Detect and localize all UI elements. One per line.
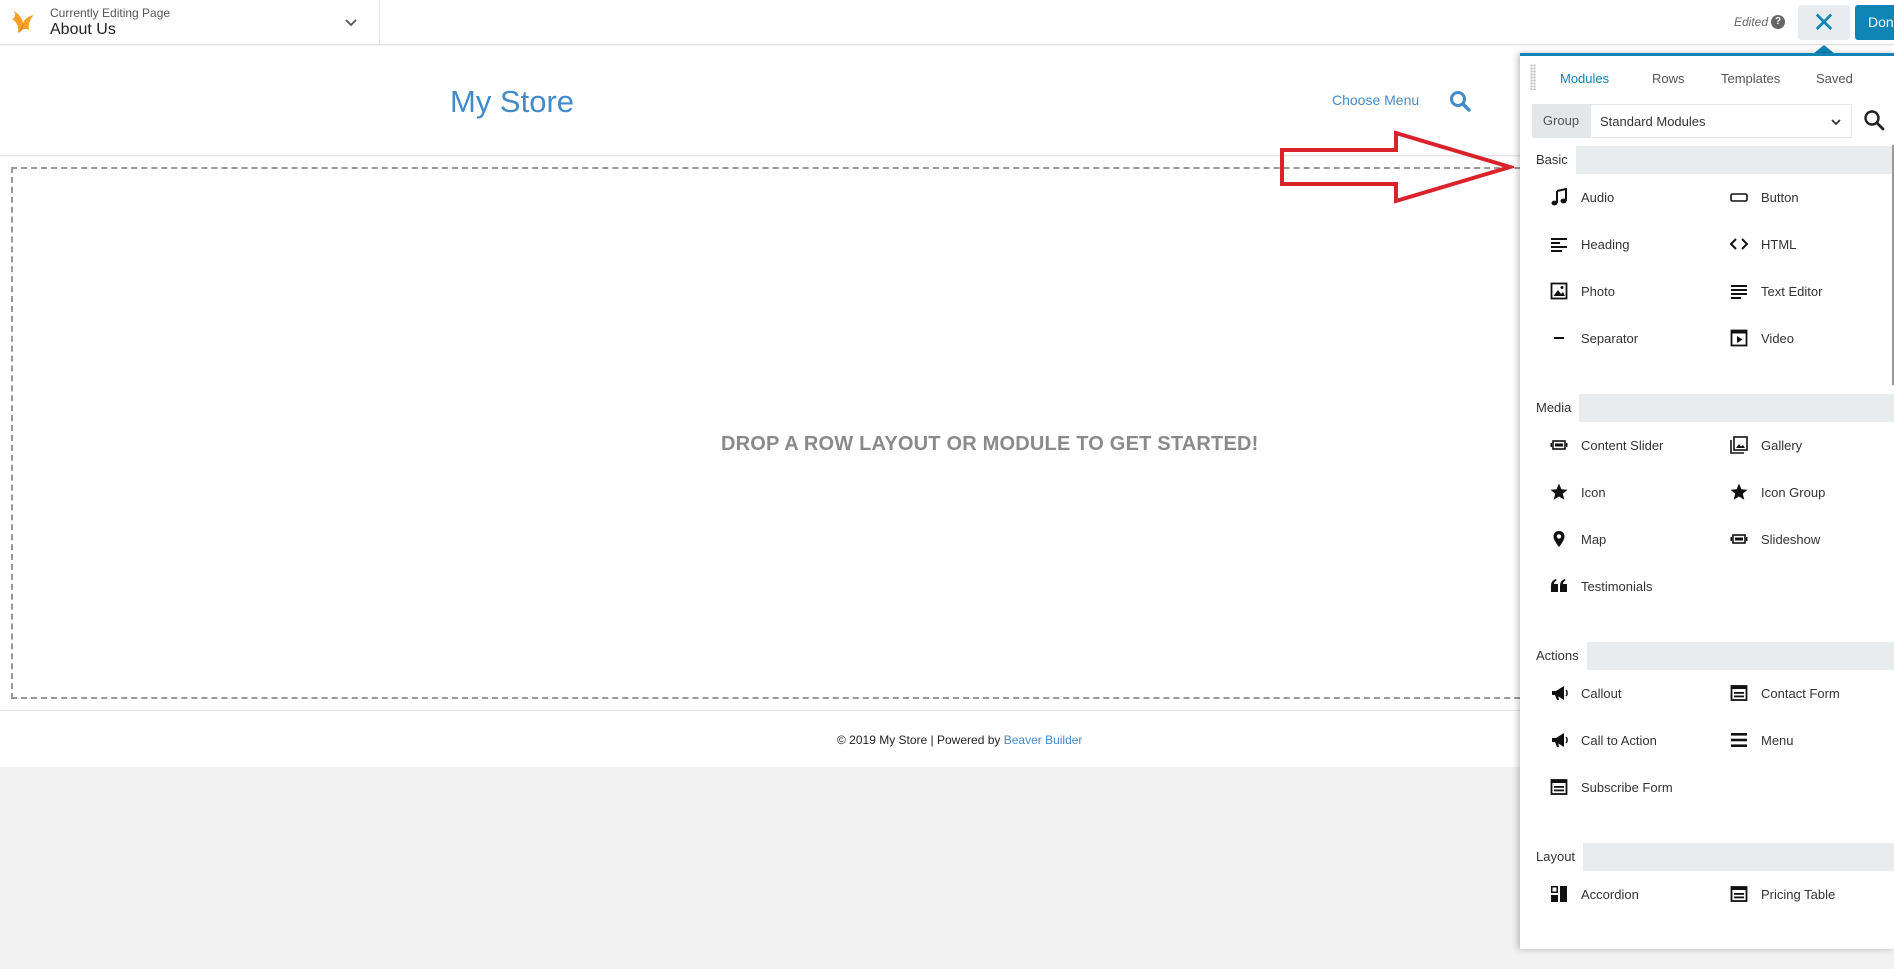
module-list: Basic Audio Button Heading HTML Photo Text Edi… xyxy=(1520,146,1894,949)
module-label: Callout xyxy=(1581,686,1622,701)
chevron-down-icon[interactable] xyxy=(343,14,359,30)
annotation-arrow-icon xyxy=(1280,130,1514,204)
choose-menu-link[interactable]: Choose Menu xyxy=(1332,92,1419,108)
section-header[interactable]: Layout xyxy=(1520,843,1894,871)
group-label: Group xyxy=(1532,104,1590,138)
site-title[interactable]: My Store xyxy=(450,84,574,120)
module-label: Menu xyxy=(1761,733,1794,748)
star-icon xyxy=(1550,483,1568,500)
section-title: Layout xyxy=(1520,843,1584,871)
footer-text: © 2019 My Store | Powered by Beaver Buil… xyxy=(837,733,1082,747)
footer-link[interactable]: Beaver Builder xyxy=(1004,733,1083,747)
panel-tabs: Modules Rows Templates Saved xyxy=(1520,56,1894,100)
code-icon xyxy=(1730,238,1748,250)
tab-templates[interactable]: Templates xyxy=(1721,71,1780,86)
module-label: Icon xyxy=(1581,485,1606,500)
module-label: Photo xyxy=(1581,284,1615,299)
tab-modules[interactable]: Modules xyxy=(1560,71,1609,86)
editing-label: Currently Editing Page xyxy=(50,6,171,20)
module-label: Heading xyxy=(1581,237,1630,252)
group-select[interactable]: Standard Modules xyxy=(1590,104,1852,138)
form-icon xyxy=(1730,685,1748,701)
editing-page-switcher[interactable]: Currently Editing Page About Us xyxy=(50,6,170,40)
close-icon: ✕ xyxy=(1812,7,1836,38)
music-note-icon xyxy=(1551,188,1567,206)
module-label: Text Editor xyxy=(1761,284,1823,299)
form-icon xyxy=(1550,779,1568,795)
map-pin-icon xyxy=(1553,531,1565,547)
module-label: Map xyxy=(1581,532,1607,547)
tab-saved[interactable]: Saved xyxy=(1816,71,1853,86)
tab-rows[interactable]: Rows xyxy=(1652,71,1685,86)
menu-icon xyxy=(1731,733,1747,747)
module-label: Accordion xyxy=(1581,887,1639,902)
module-label: Button xyxy=(1761,190,1799,205)
footer-copyright: © 2019 My Store | Powered by xyxy=(837,733,1004,747)
module-label: Testimonials xyxy=(1581,579,1653,594)
slider-icon xyxy=(1550,440,1568,450)
table-icon xyxy=(1730,886,1748,902)
module-label: Video xyxy=(1761,331,1795,346)
drop-zone-text: DROP A ROW LAYOUT OR MODULE TO GET START… xyxy=(721,433,1259,455)
search-icon[interactable] xyxy=(1449,90,1471,112)
module-label: Slideshow xyxy=(1761,532,1821,547)
help-icon[interactable]: ? xyxy=(1771,15,1785,29)
module-label: Content Slider xyxy=(1581,438,1664,453)
module-label: Subscribe Form xyxy=(1581,780,1673,795)
close-panel-button[interactable]: ✕ xyxy=(1798,5,1850,40)
done-button[interactable]: Done xyxy=(1855,5,1894,40)
megaphone-icon xyxy=(1552,686,1568,700)
content-panel: Modules Rows Templates Saved Group Stand… xyxy=(1520,53,1894,949)
megaphone-icon xyxy=(1552,733,1568,747)
video-icon xyxy=(1730,329,1748,347)
section-header[interactable]: Basic xyxy=(1520,146,1894,174)
page-name: About Us xyxy=(50,21,116,38)
heading-icon xyxy=(1551,238,1567,252)
module-label: Contact Form xyxy=(1761,686,1840,701)
section-title: Actions xyxy=(1520,642,1587,670)
topbar-divider xyxy=(379,0,380,45)
edited-status: Edited xyxy=(1734,15,1769,29)
module-label: Separator xyxy=(1581,331,1639,346)
button-icon xyxy=(1730,193,1748,202)
module-label: HTML xyxy=(1761,237,1797,252)
builder-topbar: Currently Editing Page About Us Edited ?… xyxy=(0,0,1894,45)
module-label: Audio xyxy=(1581,190,1615,205)
text-editor-icon xyxy=(1731,285,1747,299)
module-label: Icon Group xyxy=(1761,485,1826,500)
module-label: Pricing Table xyxy=(1761,887,1836,902)
search-icon[interactable] xyxy=(1862,108,1886,132)
group-select-value: Standard Modules xyxy=(1600,114,1706,129)
section-header[interactable]: Media xyxy=(1520,394,1894,422)
accordion-icon xyxy=(1551,886,1567,902)
module-label: Call to Action xyxy=(1581,733,1657,748)
star-icon xyxy=(1730,483,1748,500)
module-label: Gallery xyxy=(1761,438,1803,453)
slideshow-icon xyxy=(1730,534,1748,544)
quote-icon xyxy=(1551,579,1567,592)
section-title: Media xyxy=(1520,394,1580,422)
separator-icon xyxy=(1554,337,1564,339)
beaver-logo-icon[interactable] xyxy=(10,8,36,36)
section-header[interactable]: Actions xyxy=(1520,642,1894,670)
group-selector: Group Standard Modules xyxy=(1532,104,1852,138)
gallery-icon xyxy=(1730,436,1748,454)
photo-icon xyxy=(1550,282,1568,300)
chevron-down-icon xyxy=(1831,119,1841,126)
section-title: Basic xyxy=(1520,146,1576,174)
